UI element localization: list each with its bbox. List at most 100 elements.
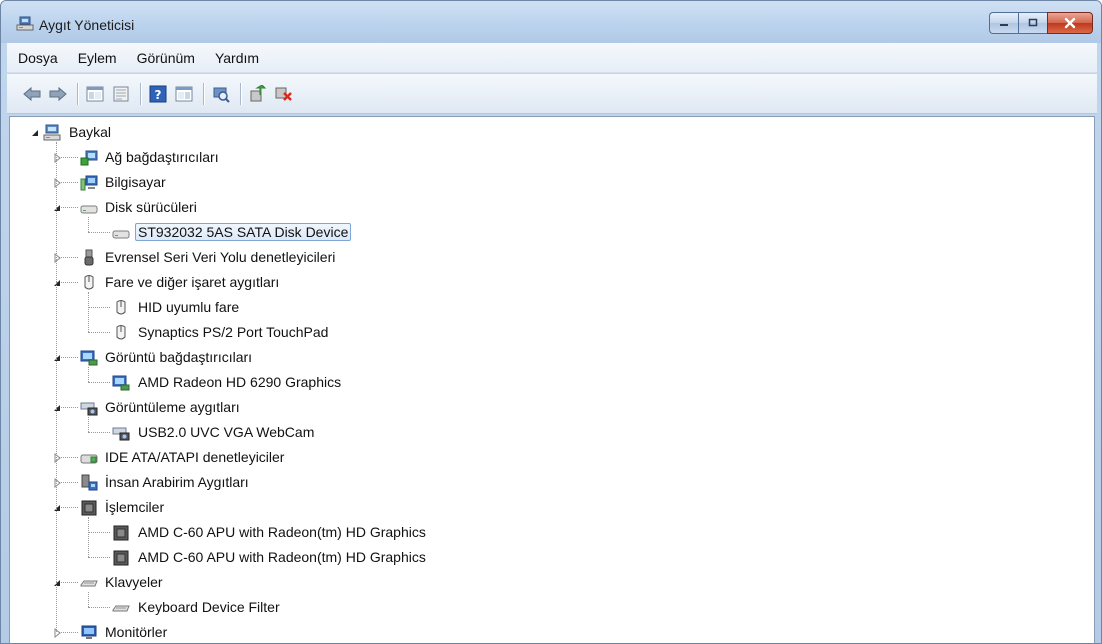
imaging-device-icon — [80, 399, 98, 417]
collapse-triangle-icon[interactable] — [52, 202, 62, 212]
menu-dosya[interactable]: Dosya — [15, 48, 61, 68]
properties-icon — [113, 86, 129, 101]
scan-hardware-button[interactable] — [210, 83, 232, 105]
keyboard-icon — [80, 580, 98, 587]
tree-category-1[interactable]: Bilgisayar — [10, 170, 610, 195]
expand-triangle-icon[interactable] — [52, 477, 62, 489]
forward-arrow-icon — [49, 86, 67, 101]
tree-category-9[interactable]: İşlemciler — [10, 495, 610, 520]
expand-triangle-icon[interactable] — [52, 452, 62, 464]
tree-device-item[interactable]: HID uyumlu fare — [10, 295, 610, 320]
tree-category-3[interactable]: Evrensel Seri Veri Yolu denetleyicileri — [10, 245, 610, 270]
tree-category-2[interactable]: Disk sürücüleri — [10, 195, 610, 220]
tree-device-item[interactable]: AMD C-60 APU with Radeon(tm) HD Graphics — [10, 545, 610, 570]
uninstall-button[interactable] — [273, 83, 295, 105]
collapse-triangle-icon[interactable] — [52, 277, 62, 287]
toolbar-separator — [77, 82, 78, 105]
disk-drive-icon — [112, 230, 130, 239]
back-button[interactable] — [21, 83, 43, 105]
collapse-triangle-icon[interactable] — [52, 402, 62, 412]
processor-icon — [80, 499, 98, 517]
processor-icon — [113, 550, 129, 566]
tree-node-label: Disk sürücüleri — [105, 199, 197, 215]
tree-connector-line — [88, 292, 89, 332]
action-pane-button[interactable] — [173, 83, 195, 105]
forward-button[interactable] — [47, 83, 69, 105]
help-button[interactable]: ? — [147, 83, 169, 105]
mouse-icon — [84, 275, 94, 290]
monitor-icon — [81, 625, 97, 639]
minimize-button[interactable] — [989, 12, 1018, 34]
close-button[interactable] — [1047, 12, 1093, 34]
tree-category-10[interactable]: Klavyeler — [10, 570, 610, 595]
tree-connector-line — [56, 142, 57, 632]
imaging-device-icon — [80, 402, 98, 416]
tree-device-item[interactable]: Synaptics PS/2 Port TouchPad — [10, 320, 610, 345]
expand-triangle-icon[interactable] — [52, 627, 62, 639]
computer-root-icon — [43, 124, 61, 141]
maximize-button[interactable] — [1018, 12, 1047, 34]
device-tree-pane[interactable]: Baykal Ağ bağdaştırıcıları Bilgisayar Disk … — [9, 116, 1095, 643]
maximize-icon — [1028, 18, 1038, 27]
tree-category-4[interactable]: Fare ve diğer işaret aygıtları — [10, 270, 610, 295]
usb-icon — [80, 249, 98, 267]
tree-node-label: IDE ATA/ATAPI denetleyiciler — [105, 449, 285, 465]
uninstall-icon — [275, 87, 292, 101]
tree-node-label: Bilgisayar — [105, 174, 166, 190]
processor-icon — [112, 549, 130, 567]
tree-device-item[interactable]: AMD C-60 APU with Radeon(tm) HD Graphics — [10, 520, 610, 545]
menu-gorunum[interactable]: Görünüm — [134, 48, 198, 68]
display-adapter-icon — [112, 374, 130, 392]
tree-connector-line — [88, 417, 89, 432]
display-adapter-icon — [112, 375, 130, 391]
title-bar[interactable]: Aygıt Yöneticisi — [1, 1, 1101, 43]
tree-category-8[interactable]: İnsan Arabirim Aygıtları — [10, 470, 610, 495]
toolbar-separator — [203, 82, 204, 105]
tree-node-label: Fare ve diğer işaret aygıtları — [105, 274, 280, 290]
mouse-icon — [116, 300, 126, 315]
usb-icon — [84, 249, 94, 266]
tree-device-item[interactable]: AMD Radeon HD 6290 Graphics — [10, 370, 610, 395]
collapse-triangle-icon[interactable] — [30, 127, 40, 137]
tree-node-label: Baykal — [69, 124, 112, 140]
tree-connector-line — [88, 217, 89, 232]
tree-category-11[interactable]: Monitörler — [10, 620, 610, 643]
tree-node-label: Synaptics PS/2 Port TouchPad — [138, 324, 329, 340]
keyboard-icon — [80, 574, 98, 592]
computer-root-icon — [43, 124, 61, 142]
mouse-icon — [80, 274, 98, 292]
menu-eylem[interactable]: Eylem — [75, 48, 120, 68]
update-driver-button[interactable] — [247, 83, 269, 105]
collapse-triangle-icon[interactable] — [52, 502, 62, 512]
expand-triangle-icon[interactable] — [52, 177, 62, 189]
imaging-device-icon — [112, 424, 130, 442]
tree-category-7[interactable]: IDE ATA/ATAPI denetleyiciler — [10, 445, 610, 470]
collapse-triangle-icon[interactable] — [52, 352, 62, 362]
tree-root-baykal[interactable]: Baykal — [10, 120, 610, 145]
window-title: Aygıt Yöneticisi — [39, 17, 135, 33]
mouse-icon — [112, 299, 130, 317]
imaging-device-icon — [112, 427, 130, 441]
mouse-icon — [112, 324, 130, 342]
device-manager-icon — [16, 16, 34, 32]
collapse-triangle-icon[interactable] — [52, 577, 62, 587]
properties-button[interactable] — [110, 83, 132, 105]
hid-icon — [81, 474, 98, 491]
tree-device-item[interactable]: Keyboard Device Filter — [10, 595, 610, 620]
monitor-icon — [80, 624, 98, 642]
tree-category-0[interactable]: Ağ bağdaştırıcıları — [10, 145, 610, 170]
menu-yardim[interactable]: Yardım — [212, 48, 262, 68]
processor-icon — [112, 524, 130, 542]
tree-node-label: Klavyeler — [105, 574, 163, 590]
tree-device-item[interactable]: ST932032 5AS SATA Disk Device — [10, 220, 610, 245]
ide-controller-icon — [80, 454, 98, 464]
tree-category-5[interactable]: Görüntü bağdaştırıcıları — [10, 345, 610, 370]
expand-triangle-icon[interactable] — [52, 152, 62, 164]
tree-device-item[interactable]: USB2.0 UVC VGA WebCam — [10, 420, 610, 445]
tree-node-label: AMD C-60 APU with Radeon(tm) HD Graphics — [138, 549, 426, 565]
tree-node-label: Görüntüleme aygıtları — [105, 399, 240, 415]
expand-triangle-icon[interactable] — [52, 252, 62, 264]
tree-category-6[interactable]: Görüntüleme aygıtları — [10, 395, 610, 420]
tree-node-label: USB2.0 UVC VGA WebCam — [138, 424, 315, 440]
show-hide-tree-button[interactable] — [84, 83, 106, 105]
